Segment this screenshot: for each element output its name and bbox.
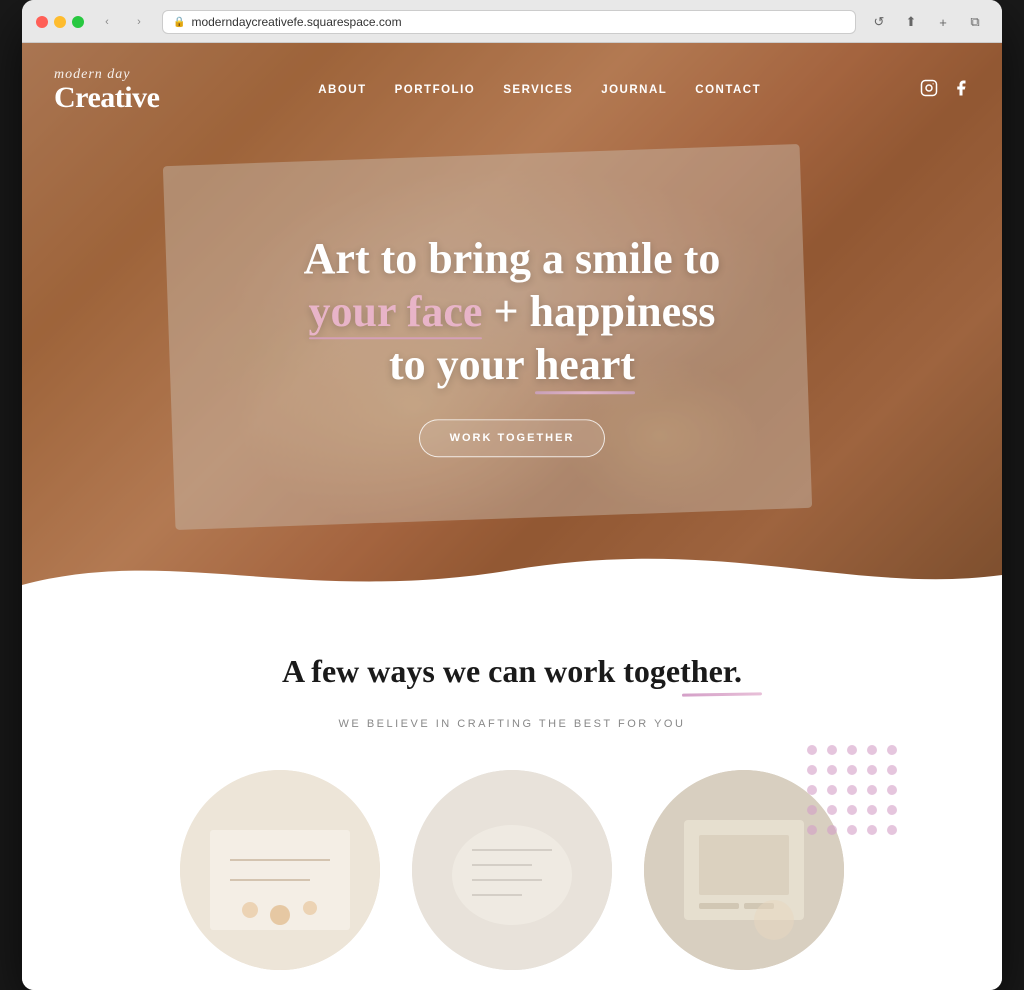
section-heading: A few ways we can work together. WE BELI…	[22, 603, 1002, 760]
instagram-icon[interactable]	[920, 79, 938, 101]
nav-social-links	[920, 79, 970, 101]
nav-contact[interactable]: CONTACT	[695, 84, 761, 96]
section-subtitle: WE BELIEVE IN CRAFTING THE BEST FOR YOU	[42, 718, 982, 730]
website-content: modern day Creative ABOUT PORTFOLIO SERV…	[22, 43, 1002, 990]
back-button[interactable]: ‹	[94, 12, 120, 32]
facebook-icon[interactable]	[952, 79, 970, 101]
navigation: modern day Creative ABOUT PORTFOLIO SERV…	[22, 43, 1002, 137]
tabs-button[interactable]: ⧉	[962, 12, 988, 32]
lock-icon: 🔒	[173, 17, 185, 28]
cards-row	[22, 760, 1002, 970]
hero-headline-heart: heart	[535, 340, 635, 389]
nav-links: ABOUT PORTFOLIO SERVICES JOURNAL CONTACT	[318, 84, 761, 96]
url-text: moderndaycreativefe.squarespace.com	[191, 15, 401, 29]
hero-content: Art to bring a smile to your face + happ…	[272, 233, 752, 457]
close-button[interactable]	[36, 16, 48, 28]
section-title: A few ways we can work together.	[282, 653, 742, 690]
traffic-lights	[36, 16, 84, 28]
nav-services[interactable]: SERVICES	[503, 84, 573, 96]
nav-portfolio[interactable]: PORTFOLIO	[395, 84, 476, 96]
logo-script-text: modern day	[54, 67, 159, 83]
browser-controls: ‹ ›	[94, 12, 152, 32]
browser-chrome: ‹ › 🔒 moderndaycreativefe.squarespace.co…	[22, 0, 1002, 43]
browser-actions: ↺ ⬆ + ⧉	[866, 12, 988, 32]
nav-about[interactable]: ABOUT	[318, 84, 366, 96]
logo: modern day Creative	[54, 67, 159, 113]
hero-wave	[22, 525, 1002, 603]
hero-headline: Art to bring a smile to your face + happ…	[272, 233, 752, 391]
work-together-button[interactable]: WORK TOGETHER	[419, 420, 606, 458]
refresh-button[interactable]: ↺	[866, 12, 892, 32]
service-card-2	[412, 770, 612, 970]
forward-button[interactable]: ›	[126, 12, 152, 32]
below-fold-section: A few ways we can work together. WE BELI…	[22, 603, 1002, 990]
minimize-button[interactable]	[54, 16, 66, 28]
address-bar[interactable]: 🔒 moderndaycreativefe.squarespace.com	[162, 10, 856, 34]
maximize-button[interactable]	[72, 16, 84, 28]
browser-window: ‹ › 🔒 moderndaycreativefe.squarespace.co…	[22, 0, 1002, 990]
add-tab-button[interactable]: +	[930, 12, 956, 32]
share-button[interactable]: ⬆	[898, 12, 924, 32]
hero-headline-face: your face	[309, 287, 483, 336]
nav-journal[interactable]: JOURNAL	[601, 84, 667, 96]
service-card-1	[180, 770, 380, 970]
logo-main-text: Creative	[54, 83, 159, 113]
dots-decoration	[802, 740, 922, 860]
hero-section: modern day Creative ABOUT PORTFOLIO SERV…	[22, 43, 1002, 603]
